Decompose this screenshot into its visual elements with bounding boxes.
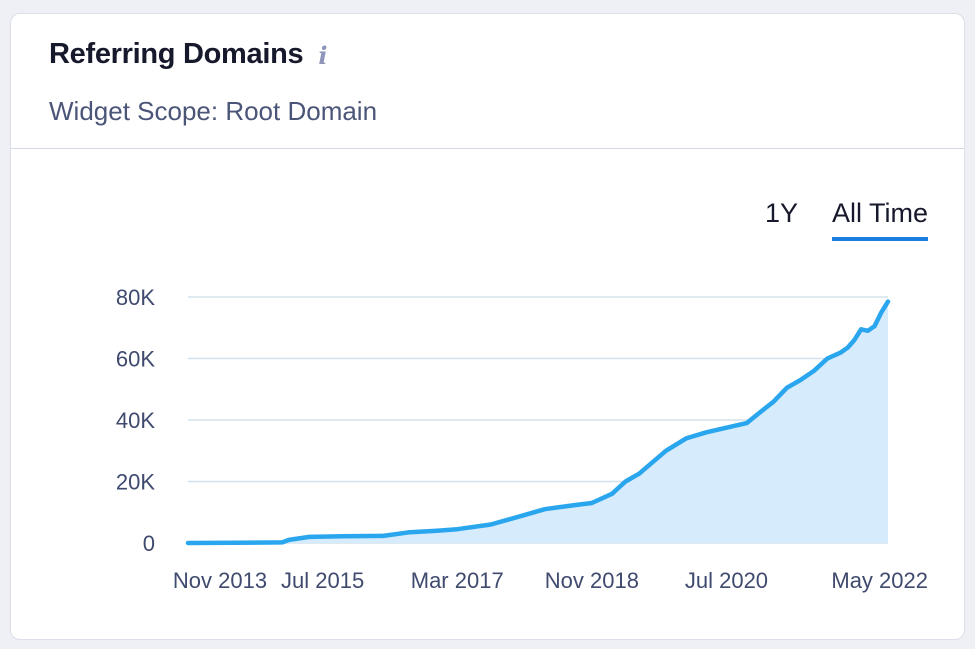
y-tick-label: 80K: [116, 285, 155, 310]
x-tick-label: Mar 2017: [411, 568, 504, 593]
y-tick-label: 40K: [116, 408, 155, 433]
x-tick-label: Jul 2020: [685, 568, 768, 593]
referring-domains-chart: 0 20K 40K 60K 80K Nov 2013 Jul 2015 Mar 2017 Nov…: [116, 285, 928, 593]
x-tick-label: Jul 2015: [281, 568, 364, 593]
series-area: [188, 301, 888, 543]
x-tick-label: May 2022: [831, 568, 928, 593]
y-tick-label: 20K: [116, 470, 155, 495]
y-tick-label: 0: [143, 531, 155, 556]
y-tick-label: 60K: [116, 347, 155, 372]
x-tick-label: Nov 2018: [545, 568, 639, 593]
x-tick-label: Nov 2013: [173, 568, 267, 593]
